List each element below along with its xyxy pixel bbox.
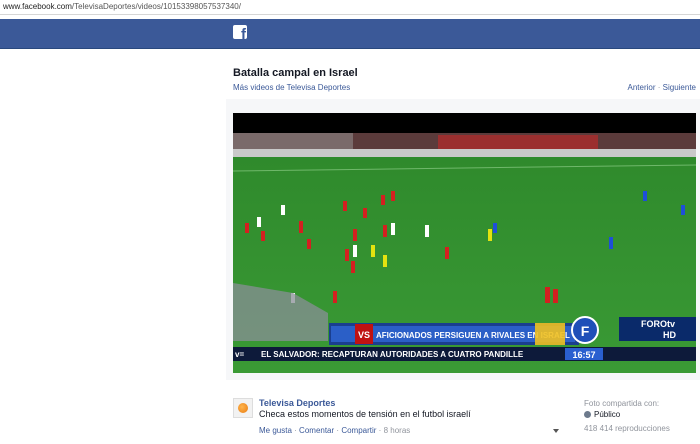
video-title: Batalla campal en Israel — [233, 67, 358, 79]
channel-logo-line2: HD — [663, 330, 676, 340]
post-actions: Me gusta · Comentar · Compartir · 8 hora… — [259, 426, 410, 435]
browser-address-bar[interactable]: www.facebook.com/TelevisaDeportes/videos… — [0, 0, 700, 15]
more-videos-link[interactable]: Más videos de Televisa Deportes — [233, 83, 350, 92]
next-video-link[interactable]: Siguiente — [663, 83, 696, 92]
chevron-down-icon[interactable] — [553, 429, 559, 433]
url-path: /TelevisaDeportes/videos/101533980575373… — [71, 2, 241, 11]
dot-1: · — [294, 426, 297, 435]
facebook-f-icon[interactable]: f — [233, 25, 247, 39]
share-link[interactable]: Compartir — [341, 426, 376, 435]
channel-logo-line1: FOROtv — [641, 319, 675, 329]
channel-badge-letter: F — [581, 323, 590, 339]
globe-icon — [584, 411, 591, 418]
dot-2: · — [336, 426, 340, 435]
privacy-setting[interactable]: Público — [584, 410, 620, 419]
post-description: Checa estos momentos de tensión en el fu… — [259, 409, 471, 419]
ticker-prefix: v= — [235, 350, 244, 359]
televisa-logo-icon — [238, 403, 248, 413]
page-avatar[interactable] — [233, 398, 253, 418]
page-name-link[interactable]: Televisa Deportes — [259, 398, 335, 408]
comment-link[interactable]: Comentar — [299, 426, 334, 435]
privacy-label: Público — [594, 410, 621, 419]
broadcast-clock: 16:57 — [572, 350, 595, 360]
url-host: www.facebook.com — [3, 2, 72, 11]
view-count: 418 414 reproducciones — [584, 424, 670, 433]
banner-tag: VS — [358, 330, 370, 340]
post-timestamp[interactable]: 8 horas — [384, 426, 411, 435]
shared-with-label: Foto compartida con: — [584, 399, 660, 408]
video-frame: VS AFICIONADOS PERSIGUEN A RIVALES EN IS… — [233, 113, 696, 373]
previous-video-link[interactable]: Anterior — [627, 83, 655, 92]
video-player[interactable]: VS AFICIONADOS PERSIGUEN A RIVALES EN IS… — [233, 113, 696, 373]
facebook-top-bar: f — [0, 19, 700, 49]
ticker-text: EL SALVADOR: RECAPTURAN AUTORIDADES A CU… — [261, 350, 524, 359]
dot-3: · — [378, 426, 382, 435]
nav-separator: · — [657, 83, 661, 92]
video-navigation: Anterior · Siguiente — [627, 83, 696, 92]
like-link[interactable]: Me gusta — [259, 426, 292, 435]
url-text[interactable]: www.facebook.com/TelevisaDeportes/videos… — [3, 2, 241, 11]
